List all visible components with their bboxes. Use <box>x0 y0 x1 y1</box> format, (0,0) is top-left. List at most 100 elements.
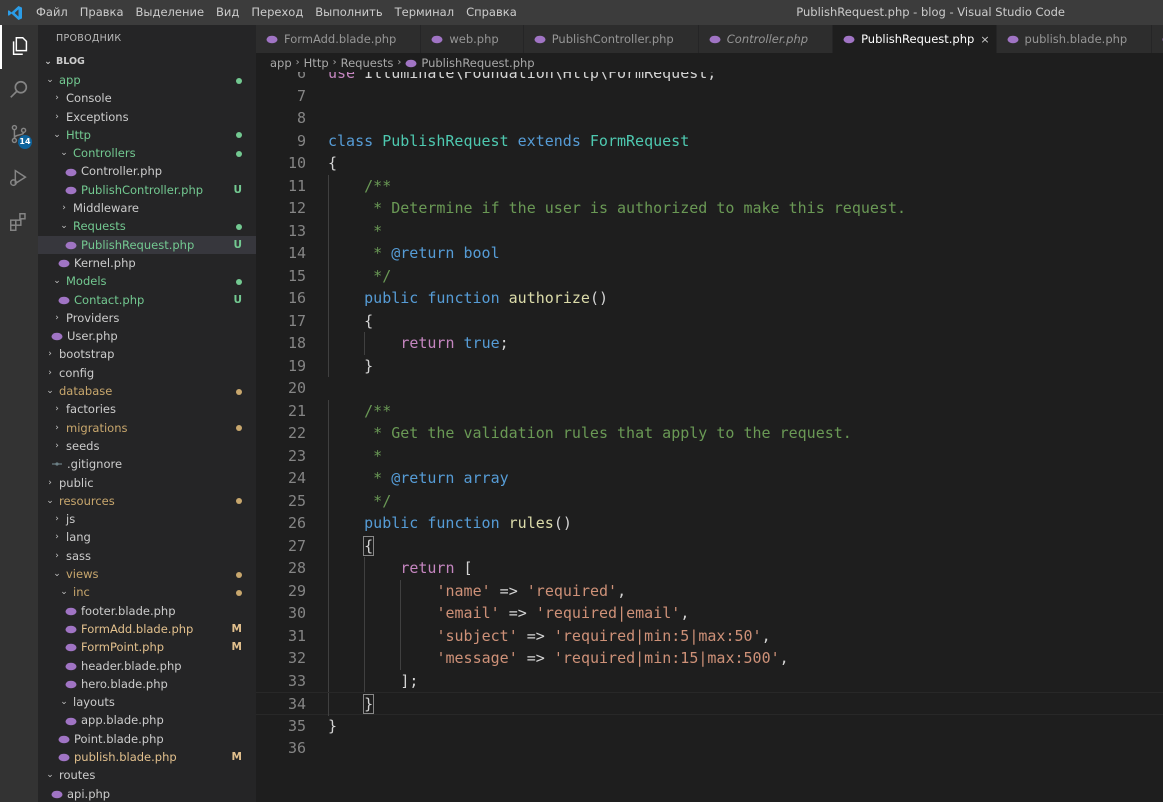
menu-item[interactable]: Файл <box>30 0 74 25</box>
code-line: 6 use Illuminate\Foundation\Http\FormRequ… <box>256 72 1163 85</box>
workspace-section[interactable]: ⌄ BLOG <box>38 53 256 71</box>
tree-folder[interactable]: › Console <box>38 89 256 107</box>
tree-file[interactable]: FormAdd.blade.php M <box>38 620 256 638</box>
tree-file[interactable]: PublishController.php U <box>38 181 256 199</box>
tree-folder[interactable]: ⌄ Requests <box>38 217 256 235</box>
tree-folder[interactable]: ⌄ Http <box>38 126 256 144</box>
tree-file[interactable]: footer.blade.php <box>38 602 256 620</box>
code-line: 20 <box>256 377 1163 400</box>
line-number: 23 <box>287 446 306 465</box>
tree-folder[interactable]: › lang <box>38 528 256 546</box>
tree-file[interactable]: PublishRequest.php U <box>38 235 256 254</box>
code-token: FormRequest <box>589 131 690 150</box>
tree-folder[interactable]: ⌄ views <box>38 565 256 583</box>
menu-item[interactable]: Вид <box>210 0 245 25</box>
tree-file[interactable]: Controller.php <box>38 162 256 180</box>
file-tree: ⌄ app › Console › Exceptions ⌄ Http ⌄ Controllers… <box>38 71 256 802</box>
line-number: 8 <box>296 109 306 127</box>
tree-item-label: app <box>59 73 81 87</box>
tree-file[interactable]: .gitignore <box>38 455 256 473</box>
tree-folder[interactable]: › migrations <box>38 419 256 437</box>
menu-item[interactable]: Выполнить <box>309 0 388 25</box>
editor-tab[interactable]: PublishRequest.php × <box>833 25 997 53</box>
editor-tab[interactable]: Controller.php <box>698 25 834 53</box>
tree-folder[interactable]: ⌄ Controllers <box>38 144 256 162</box>
tree-file[interactable]: Contact.php U <box>38 291 256 309</box>
breadcrumb-item[interactable]: Http <box>304 56 329 70</box>
breadcrumb-item[interactable]: app <box>270 56 292 70</box>
indent-guide <box>364 647 366 670</box>
code-line: 30 'email' => 'required|email', <box>256 602 1163 625</box>
code-text: class PublishRequest extends FormRequest <box>328 130 689 153</box>
code-text: /** <box>364 175 391 198</box>
explorer-header: ПРОВОДНИК <box>56 33 122 44</box>
git-status-badge: M <box>231 622 242 635</box>
editor-tab[interactable]: publish.blade.php <box>996 25 1153 53</box>
tree-folder[interactable]: › seeds <box>38 437 256 455</box>
code-token: 'required|min:15|max:500' <box>553 649 780 667</box>
tree-folder[interactable]: ⌄ app <box>38 71 256 89</box>
tree-folder[interactable]: ⌄ inc <box>38 583 256 601</box>
gitignore-file-icon <box>51 458 63 470</box>
tree-folder[interactable]: ⌄ routes <box>38 766 256 784</box>
tree-folder[interactable]: › public <box>38 474 256 492</box>
editor-tab[interactable]: Contact.php <box>1152 25 1163 53</box>
code-text: return true; <box>400 332 508 355</box>
indent-guide <box>328 693 329 716</box>
chevron-down-icon: ⌄ <box>46 386 54 397</box>
files-view-button[interactable] <box>0 25 38 69</box>
breadcrumb-item[interactable]: Requests <box>341 56 394 70</box>
tree-file[interactable]: Kernel.php <box>38 254 256 272</box>
tree-folder[interactable]: › bootstrap <box>38 345 256 363</box>
tree-item-label: PublishController.php <box>81 182 204 197</box>
code-text: 'message' => 'required|min:15|max:500', <box>436 647 788 670</box>
tree-folder[interactable]: › js <box>38 510 256 528</box>
menu-item[interactable]: Правка <box>74 0 130 25</box>
extensions-view-button[interactable] <box>0 201 38 245</box>
source-control-view-button[interactable]: 14 <box>0 113 38 157</box>
code-editor[interactable]: 6 use Illuminate\Foundation\Http\FormRequ… <box>256 72 1163 802</box>
menu-item[interactable]: Терминал <box>389 0 460 25</box>
indent-guide <box>400 602 402 625</box>
tree-folder[interactable]: ⌄ database <box>38 382 256 400</box>
code-token: * Determine if the user is authorized to… <box>364 199 907 217</box>
editor-tab[interactable]: PublishController.php <box>523 25 699 53</box>
line-number: 26 <box>287 514 306 532</box>
menu-item[interactable]: Справка <box>460 0 523 25</box>
search-view-button[interactable] <box>0 69 38 113</box>
tree-folder[interactable]: › Providers <box>38 309 256 327</box>
code-line: 15 */ <box>256 264 1163 287</box>
tree-folder[interactable]: ⌄ layouts <box>38 693 256 711</box>
code-token: 'required' <box>526 581 618 600</box>
tree-file[interactable]: api.php <box>38 785 256 802</box>
menu-item[interactable]: Выделение <box>130 0 211 25</box>
menu-item[interactable]: Переход <box>245 0 309 25</box>
tree-folder[interactable]: › factories <box>38 400 256 418</box>
breadcrumb-item[interactable]: PublishRequest.php <box>421 56 534 70</box>
tree-file[interactable]: FormPoint.php M <box>38 638 256 656</box>
php-file-icon <box>65 166 77 178</box>
indent-guide <box>328 174 329 197</box>
editor-tab[interactable]: FormAdd.blade.php <box>256 25 422 53</box>
tree-file[interactable]: app.blade.php <box>38 711 256 729</box>
code-token: } <box>363 694 375 714</box>
editor-tab[interactable]: web.php <box>421 25 524 53</box>
tree-folder[interactable]: › sass <box>38 547 256 565</box>
indent-guide <box>364 602 366 625</box>
line-number: 12 <box>287 199 306 217</box>
tree-folder[interactable]: › config <box>38 364 256 382</box>
tree-folder[interactable]: ⌄ resources <box>38 492 256 510</box>
tree-file[interactable]: User.php <box>38 327 256 345</box>
tree-folder[interactable]: ⌄ Models <box>38 272 256 290</box>
run-debug-view-button[interactable] <box>0 157 38 201</box>
git-changes-dot <box>236 77 242 84</box>
tree-file[interactable]: header.blade.php <box>38 657 256 675</box>
tree-folder[interactable]: › Middleware <box>38 199 256 217</box>
git-changes-dot <box>236 589 242 596</box>
tree-file[interactable]: Point.blade.php <box>38 730 256 748</box>
tree-file[interactable]: publish.blade.php M <box>38 748 256 766</box>
tree-file[interactable]: hero.blade.php <box>38 675 256 693</box>
close-icon[interactable]: × <box>980 33 989 46</box>
code-token: 'name' <box>436 581 491 600</box>
tree-folder[interactable]: › Exceptions <box>38 108 256 126</box>
